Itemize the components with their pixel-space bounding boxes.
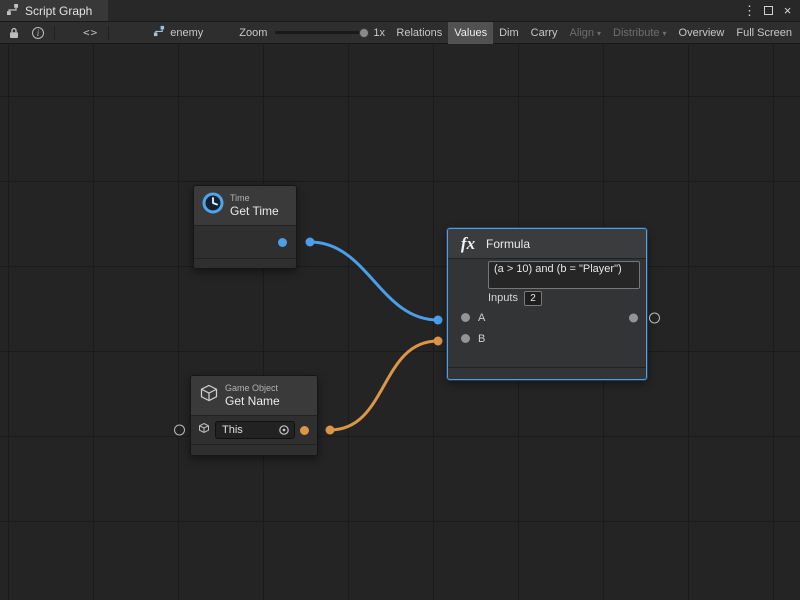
graph-reference[interactable]: enemy <box>147 25 209 40</box>
toolbar-separator <box>54 26 55 40</box>
node-footer <box>448 367 646 377</box>
graph-name-label: enemy <box>170 27 203 39</box>
node-formula[interactable]: fx Formula (a > 10) and (b = "Player") I… <box>447 228 647 380</box>
node-get-time[interactable]: Time Get Time <box>193 185 297 269</box>
node-category: Game Object <box>225 383 280 394</box>
close-button[interactable]: × <box>779 2 796 20</box>
node-get-name-header[interactable]: Game Object Get Name <box>191 376 317 416</box>
wire-time-to-formula-a[interactable] <box>310 242 438 320</box>
window-controls: ⋮ × <box>741 0 800 21</box>
node-get-time-header[interactable]: Time Get Time <box>194 186 296 226</box>
align-button[interactable]: Align ▾ <box>564 22 607 44</box>
chevron-down-icon: ▾ <box>597 29 601 38</box>
graph-canvas[interactable]: Time Get Time Game Object <box>0 44 800 600</box>
output-port-time[interactable] <box>278 238 287 247</box>
script-graph-window: Script Graph ⋮ × i <> <box>0 0 800 600</box>
info-button[interactable]: i <box>26 22 50 44</box>
tab-title: Script Graph <box>25 4 92 18</box>
node-get-name-ports: This <box>191 416 317 444</box>
input-b-label: B <box>478 333 485 345</box>
input-a-label: A <box>478 312 485 324</box>
zoom-control: Zoom 1x <box>239 27 385 39</box>
align-label: Align <box>570 27 594 39</box>
output-port-result-outer[interactable] <box>649 312 660 323</box>
node-category: Time <box>230 193 279 204</box>
inputs-label: Inputs <box>488 292 518 304</box>
maximize-icon <box>764 6 773 15</box>
toolbar-buttons: Relations Values Dim Carry Align ▾ Distr… <box>390 22 798 44</box>
zoom-slider[interactable] <box>275 31 365 34</box>
relations-button[interactable]: Relations <box>390 22 448 44</box>
lock-button[interactable] <box>2 22 26 44</box>
zoom-label: Zoom <box>239 27 267 39</box>
wire-endpoint <box>326 426 335 435</box>
distribute-button[interactable]: Distribute ▾ <box>607 22 672 44</box>
info-icon: i <box>32 27 44 39</box>
object-picker-icon[interactable] <box>278 424 290 436</box>
wire-endpoint <box>306 238 315 247</box>
node-get-name[interactable]: Game Object Get Name This <box>190 375 318 456</box>
values-button[interactable]: Values <box>448 22 493 44</box>
output-port-result[interactable] <box>629 313 638 322</box>
node-formula-header[interactable]: fx Formula <box>448 229 646 259</box>
output-port-name[interactable] <box>300 426 309 435</box>
zoom-slider-handle[interactable] <box>359 28 369 38</box>
node-title: Formula <box>486 237 530 251</box>
lock-icon <box>8 27 20 39</box>
formula-row-a: A <box>448 307 646 328</box>
node-title: Get Name <box>225 394 280 408</box>
wire-getname-to-formula-b[interactable] <box>330 341 438 430</box>
input-port-target[interactable] <box>174 425 185 436</box>
formula-expression-input[interactable]: (a > 10) and (b = "Player") <box>488 261 640 289</box>
wire-endpoint <box>434 316 443 325</box>
clock-icon <box>202 192 224 219</box>
code-icon: <> <box>83 26 98 39</box>
wire-endpoint <box>434 337 443 346</box>
formula-inputs-row: Inputs 2 <box>488 291 646 305</box>
cube-mini-icon <box>198 421 210 439</box>
target-object-value: This <box>222 424 243 436</box>
overview-button[interactable]: Overview <box>673 22 731 44</box>
node-body-spacer <box>448 349 646 367</box>
script-graph-icon <box>6 3 19 19</box>
node-get-time-ports <box>194 226 296 258</box>
distribute-label: Distribute <box>613 27 659 39</box>
node-footer <box>191 444 317 455</box>
dim-button[interactable]: Dim <box>493 22 525 44</box>
toolbar-separator <box>108 26 109 40</box>
tab-script-graph[interactable]: Script Graph <box>0 0 108 21</box>
graph-icon <box>153 25 165 40</box>
formula-row-b: B <box>448 328 646 349</box>
node-footer <box>194 258 296 268</box>
full-screen-button[interactable]: Full Screen <box>730 22 798 44</box>
maximize-button[interactable] <box>760 2 777 20</box>
chevron-down-icon: ▾ <box>663 29 667 38</box>
fx-icon: fx <box>456 234 480 254</box>
input-port-a[interactable] <box>461 313 470 322</box>
inputs-count-field[interactable]: 2 <box>524 291 542 306</box>
graph-toolbar: i <> enemy Zoom 1x Relations <box>0 22 800 44</box>
zoom-value: 1x <box>373 27 385 39</box>
edit-code-button[interactable]: <> <box>77 22 104 44</box>
cube-icon <box>199 383 219 408</box>
node-title: Get Time <box>230 204 279 218</box>
carry-button[interactable]: Carry <box>525 22 564 44</box>
connection-wires <box>0 44 800 600</box>
target-object-field[interactable]: This <box>215 421 295 439</box>
titlebar: Script Graph ⋮ × <box>0 0 800 22</box>
input-port-b[interactable] <box>461 334 470 343</box>
window-menu-button[interactable]: ⋮ <box>741 2 758 20</box>
